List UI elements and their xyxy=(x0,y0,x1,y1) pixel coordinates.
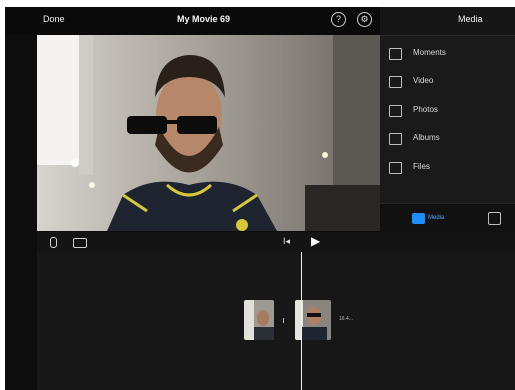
media-item-video[interactable]: Video xyxy=(389,71,514,93)
media-item-photos[interactable]: Photos xyxy=(389,100,514,122)
top-bar: Done My Movie 69 ? ⚙ xyxy=(5,7,380,35)
timeline-clip[interactable] xyxy=(244,300,274,340)
media-item-label: Video xyxy=(413,76,434,85)
microphone-icon[interactable] xyxy=(50,237,57,248)
media-item-label: Albums xyxy=(413,133,440,142)
project-title: My Movie 69 xyxy=(177,14,231,24)
media-panel: Media Moments Video Photos Albums Files … xyxy=(380,7,515,233)
media-title: Media xyxy=(458,14,483,24)
media-item-files[interactable]: Files xyxy=(389,157,514,179)
albums-icon xyxy=(389,133,402,145)
play-icon[interactable]: ▶ xyxy=(311,234,320,248)
video-preview[interactable] xyxy=(37,35,380,231)
clip-transition-marker[interactable] xyxy=(283,318,284,323)
timeline-toolbar: I◂ ▶ xyxy=(37,232,515,252)
media-footer-tabs: Media xyxy=(380,203,515,233)
media-item-albums[interactable]: Albums xyxy=(389,128,514,150)
media-item-label: Files xyxy=(413,162,430,171)
playhead[interactable] xyxy=(301,252,302,390)
camera-icon[interactable] xyxy=(73,238,87,248)
moments-icon xyxy=(389,48,402,60)
help-icon[interactable]: ? xyxy=(331,12,346,27)
video-icon xyxy=(389,76,402,88)
media-header: Media xyxy=(380,7,515,36)
settings-icon[interactable]: ⚙ xyxy=(357,12,372,27)
media-tab-label: Media xyxy=(428,215,445,221)
files-icon xyxy=(389,162,402,174)
preview-frame-image xyxy=(37,35,380,231)
media-item-label: Photos xyxy=(413,105,438,114)
media-tab-icon xyxy=(412,212,425,224)
media-item-moments[interactable]: Moments xyxy=(389,43,514,65)
clip-duration-label: 16.4... xyxy=(339,316,353,322)
tab-media[interactable]: Media xyxy=(412,212,444,224)
clip-thumbnail xyxy=(244,300,274,340)
audio-tab-icon[interactable] xyxy=(488,212,501,225)
timeline[interactable]: I◂ ▶ 16.4... xyxy=(37,232,515,390)
skip-to-start-icon[interactable]: I◂ xyxy=(283,236,290,247)
photos-icon xyxy=(389,105,402,117)
imovie-app: Done My Movie 69 ? ⚙ Media Moments Video… xyxy=(5,7,515,390)
done-button[interactable]: Done xyxy=(43,14,65,24)
media-item-label: Moments xyxy=(413,48,446,57)
